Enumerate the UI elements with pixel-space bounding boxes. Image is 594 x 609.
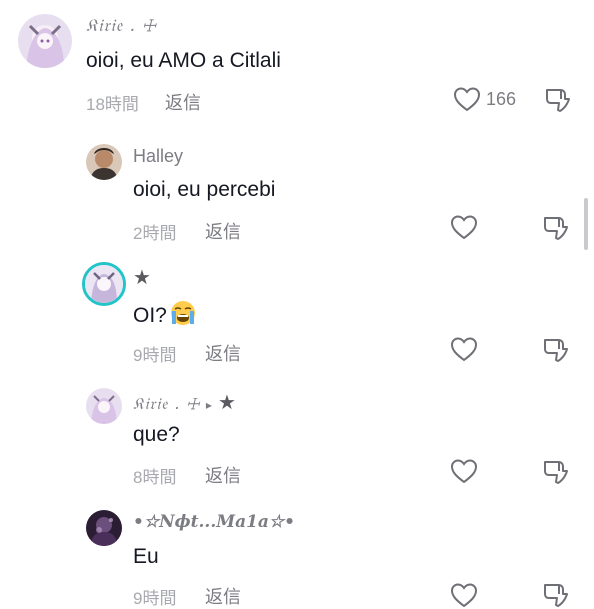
timestamp: 8時間 bbox=[133, 468, 177, 487]
dislike-icon[interactable] bbox=[541, 580, 569, 608]
comment-text: oioi, eu AMO a Citlali bbox=[86, 49, 281, 72]
heart-icon[interactable] bbox=[450, 458, 478, 484]
avatar[interactable] bbox=[86, 510, 122, 546]
heart-icon[interactable] bbox=[450, 582, 478, 608]
avatar[interactable] bbox=[86, 388, 122, 424]
username[interactable]: ★ bbox=[133, 265, 151, 289]
scrollbar[interactable] bbox=[584, 198, 588, 250]
username[interactable]: 𝔎𝔦𝔯𝔦𝔢 . ☩ bbox=[86, 16, 157, 36]
loudly-crying-face-icon bbox=[170, 301, 195, 325]
timestamp: 9時間 bbox=[133, 346, 177, 365]
reply-arrow-icon: ▸ bbox=[205, 398, 212, 412]
heart-icon[interactable] bbox=[450, 214, 478, 240]
comment-text-content: OI? bbox=[133, 304, 167, 327]
avatar[interactable] bbox=[82, 262, 126, 306]
reply-button[interactable]: 返信 bbox=[205, 583, 241, 609]
dislike-icon[interactable] bbox=[541, 457, 569, 485]
username[interactable]: •☆𝑵𝝓𝒕...𝑴𝒂1𝒂☆• bbox=[133, 512, 295, 532]
reply-button[interactable]: 返信 bbox=[205, 218, 241, 244]
comment-text: OI? bbox=[133, 300, 197, 328]
reply-button[interactable]: 返信 bbox=[205, 340, 241, 366]
username[interactable]: Halley bbox=[133, 146, 183, 167]
dislike-icon[interactable] bbox=[541, 335, 569, 363]
timestamp: 9時間 bbox=[133, 589, 177, 608]
reply-button[interactable]: 返信 bbox=[205, 462, 241, 488]
avatar[interactable] bbox=[18, 14, 72, 68]
avatar[interactable] bbox=[86, 144, 122, 180]
heart-icon[interactable] bbox=[453, 86, 481, 112]
reply-thread-header: 𝔎𝔦𝔯𝔦𝔢 . ☩ ▸ ★ bbox=[133, 390, 236, 414]
reply-button[interactable]: 返信 bbox=[165, 89, 201, 115]
comment-text: Eu bbox=[133, 545, 159, 568]
like-count: 166 bbox=[486, 89, 517, 109]
timestamp: 2時間 bbox=[133, 224, 177, 243]
comment-text: oioi, eu percebi bbox=[133, 178, 276, 201]
reply-to-username[interactable]: ★ bbox=[218, 390, 236, 414]
dislike-icon[interactable] bbox=[541, 213, 569, 241]
comment-text: que? bbox=[133, 423, 180, 446]
username[interactable]: 𝔎𝔦𝔯𝔦𝔢 . ☩ bbox=[133, 394, 200, 413]
dislike-icon[interactable] bbox=[543, 85, 571, 113]
heart-icon[interactable] bbox=[450, 336, 478, 362]
timestamp: 18時間 bbox=[86, 95, 139, 114]
